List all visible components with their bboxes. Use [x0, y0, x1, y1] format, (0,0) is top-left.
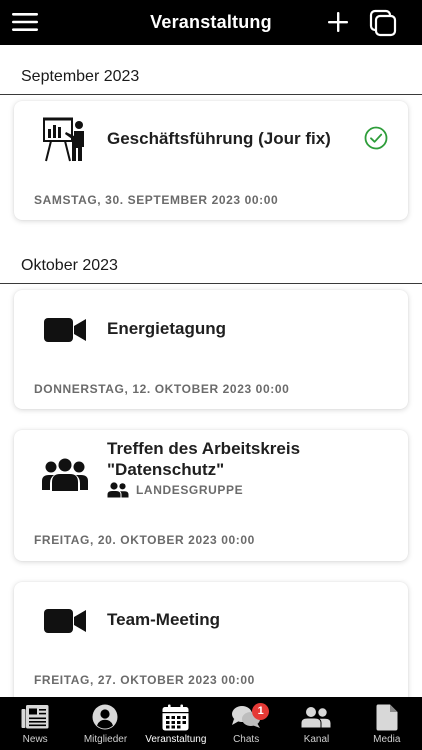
month-label: Oktober 2023	[21, 257, 118, 274]
tab-label: Veranstaltung	[145, 734, 207, 745]
document-icon	[376, 702, 398, 732]
event-title: Treffen des Arbeitskreis "Datenschutz"	[107, 439, 301, 479]
event-card-energietagung[interactable]: Energietagung DONNERSTAG, 12. OKTOBER 20…	[14, 290, 408, 409]
people-icon	[107, 482, 129, 498]
tab-label: News	[22, 734, 48, 745]
tab-label: Mitglieder	[83, 734, 128, 745]
month-label: September 2023	[21, 68, 140, 85]
check-circle-icon	[364, 126, 388, 155]
tab-media[interactable]: Media	[352, 697, 422, 750]
page-title: Veranstaltung	[150, 12, 272, 32]
newspaper-icon	[21, 702, 49, 732]
unread-badge: 1	[252, 703, 270, 720]
event-card-team-meeting[interactable]: Team-Meeting FREITAG, 27. OKTOBER 2023 0…	[14, 582, 408, 697]
top-app-bar: Veranstaltung	[0, 0, 422, 45]
event-card-geschaeftsfuehrung[interactable]: Geschäftsführung (Jour fix) SAMSTAG, 30.…	[14, 101, 408, 220]
tab-mitglieder[interactable]: Mitglieder	[70, 697, 140, 750]
event-title: Geschäftsführung (Jour fix)	[107, 129, 331, 148]
event-group-label: LANDESGRUPPE	[136, 483, 244, 497]
tab-chats[interactable]: Chats 1	[211, 697, 281, 750]
month-header-september: September 2023	[0, 45, 422, 95]
tab-veranstaltung[interactable]: Veranstaltung	[141, 697, 211, 750]
event-date: FREITAG, 27. OKTOBER 2023 00:00	[34, 673, 255, 687]
tab-label: Chats	[233, 734, 260, 745]
add-event-button[interactable]	[322, 6, 354, 38]
people-icon	[301, 702, 331, 732]
tab-kanal[interactable]: Kanal	[281, 697, 351, 750]
event-list[interactable]: September 2023 Geschäftsführung (Jour fi…	[0, 45, 422, 697]
event-title: Energietagung	[107, 319, 227, 338]
tab-label: Media	[373, 734, 401, 745]
month-header-oktober: Oktober 2023	[0, 234, 422, 284]
event-title: Team-Meeting	[107, 610, 221, 629]
tab-news[interactable]: News	[0, 697, 70, 750]
copy-button[interactable]	[366, 6, 400, 40]
plus-icon	[328, 12, 348, 32]
event-date: SAMSTAG, 30. SEPTEMBER 2023 00:00	[34, 193, 279, 207]
event-date: DONNERSTAG, 12. OKTOBER 2023 00:00	[34, 382, 290, 396]
user-circle-icon	[92, 702, 118, 732]
copy-icon	[369, 9, 397, 37]
video-camera-icon	[42, 315, 88, 345]
tab-label: Kanal	[303, 734, 330, 745]
event-date: FREITAG, 20. OKTOBER 2023 00:00	[34, 533, 255, 547]
event-card-arbeitskreis-datenschutz[interactable]: Treffen des Arbeitskreis "Datenschutz" L…	[14, 430, 408, 561]
calendar-icon	[162, 702, 189, 732]
event-group: LANDESGRUPPE	[107, 482, 243, 498]
video-camera-icon	[42, 606, 88, 636]
group-icon	[40, 455, 90, 495]
presentation-icon	[40, 116, 90, 164]
bottom-tab-bar: News Mitglieder Veranstaltung Chats 1 Ka…	[0, 697, 422, 750]
